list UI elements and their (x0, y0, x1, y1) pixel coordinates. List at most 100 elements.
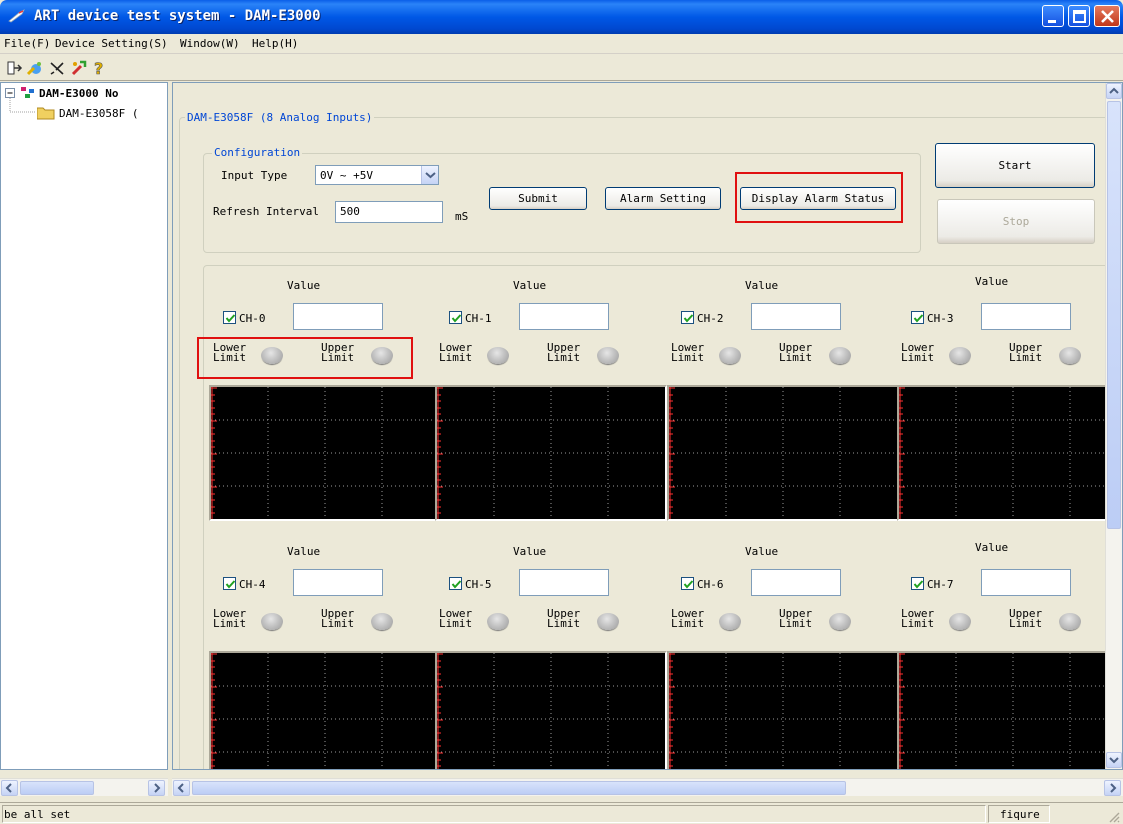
main-scroll-thumb[interactable] (192, 781, 846, 795)
arrow-up-icon (1109, 87, 1119, 94)
main-scroll-right-button[interactable] (1104, 780, 1121, 796)
start-button[interactable]: Start (935, 143, 1095, 188)
vertical-scroll-thumb[interactable] (1107, 101, 1121, 529)
lower-limit-led (719, 613, 741, 630)
maximize-icon (1073, 10, 1086, 23)
waveform-display (897, 651, 1122, 769)
channel-cell-0: Value CH-0 Lower Limit Upper Limit (205, 271, 441, 531)
main-horizontal-scrollbar[interactable] (172, 778, 1123, 796)
connect-icon[interactable] (6, 59, 24, 77)
value-header: Value (975, 541, 1009, 554)
tree-horizontal-scrollbar[interactable] (0, 778, 168, 796)
upper-limit-led (597, 347, 619, 364)
menu-bar: File(F) Device Setting(S) Window(W) Help… (0, 34, 1123, 54)
checkmark-icon (451, 314, 462, 323)
resize-grip-icon[interactable] (1108, 811, 1120, 823)
scroll-thumb[interactable] (20, 781, 94, 795)
arrow-right-icon (154, 783, 161, 793)
waveform-display (209, 651, 441, 769)
checkmark-icon (225, 314, 236, 323)
stop-button[interactable]: Stop (937, 199, 1095, 244)
lower-limit-label: Lower Limit (671, 607, 705, 630)
window-title-bar[interactable]: ART device test system - DAM-E3000 (0, 0, 1123, 34)
close-button[interactable] (1094, 5, 1120, 27)
upper-limit-label: Upper Limit (547, 607, 581, 630)
lower-limit-label: Lower Limit (901, 607, 935, 630)
channel-cell-6: Value CH-6 Lower Limit Upper Limit (663, 537, 899, 769)
menu-file[interactable]: File(F) (4, 37, 50, 50)
checkmark-icon (913, 314, 924, 323)
alarm-setting-button[interactable]: Alarm Setting (605, 187, 721, 210)
channel-checkbox[interactable] (911, 311, 924, 324)
channel-checkbox[interactable] (223, 311, 236, 324)
lower-limit-label: Lower Limit (671, 341, 705, 364)
device-tree-pane: DAM-E3000 No DAM-E3058F ( (0, 82, 168, 770)
configuration-title: Configuration (212, 146, 303, 159)
refresh-interval-label: Refresh Interval (213, 205, 319, 218)
channel-checkbox[interactable] (911, 577, 924, 590)
refresh-interval-input[interactable]: 500 (335, 201, 443, 223)
checkmark-icon (913, 580, 924, 589)
scroll-left-button[interactable] (1, 780, 18, 796)
app-icon (8, 9, 25, 23)
highlight-ch0-limits (197, 337, 413, 379)
submit-button[interactable]: Submit (489, 187, 587, 210)
waveform-display (435, 651, 667, 769)
status-bar: be all set fiqure (0, 802, 1123, 824)
channel-checkbox[interactable] (449, 577, 462, 590)
upper-limit-label: Upper Limit (321, 607, 355, 630)
channel-label: CH-0 (239, 312, 266, 325)
menu-device-setting[interactable]: Device Setting(S) (55, 37, 168, 50)
checkmark-icon (683, 580, 694, 589)
scroll-down-button[interactable] (1106, 752, 1122, 768)
channel-value-field (519, 303, 609, 330)
device-scan-icon[interactable] (26, 59, 44, 77)
channel-checkbox[interactable] (681, 577, 694, 590)
scope-grid (437, 653, 665, 769)
menu-help[interactable]: Help(H) (252, 37, 298, 50)
help-icon[interactable]: ? (90, 59, 108, 77)
channel-checkbox[interactable] (681, 311, 694, 324)
maximize-button[interactable] (1068, 5, 1090, 27)
scroll-right-button[interactable] (148, 780, 165, 796)
channel-value-field (981, 569, 1071, 596)
disconnect-icon[interactable] (48, 59, 66, 77)
value-header: Value (745, 545, 779, 558)
scope-grid (437, 387, 665, 519)
channel-value-field (293, 569, 383, 596)
input-type-select[interactable]: 0V ~ +5V (315, 165, 439, 185)
waveform-display (667, 385, 899, 521)
minimize-button[interactable] (1042, 5, 1064, 27)
channel-label: CH-3 (927, 312, 954, 325)
minimize-icon (1048, 20, 1056, 23)
settings-tool-icon[interactable] (70, 59, 88, 77)
lower-limit-led (719, 347, 741, 364)
upper-limit-led (371, 613, 393, 630)
channel-checkbox[interactable] (449, 311, 462, 324)
channel-value-field (751, 303, 841, 330)
lower-limit-led (949, 347, 971, 364)
window-title: ART device test system - DAM-E3000 (34, 8, 321, 24)
scope-grid (899, 387, 1122, 519)
menu-window[interactable]: Window(W) (180, 37, 240, 50)
main-vertical-scrollbar[interactable] (1105, 83, 1122, 769)
waveform-display (435, 385, 667, 521)
channel-cell-1: Value CH-1 Lower Limit Upper Limit (431, 271, 667, 531)
value-header: Value (287, 279, 321, 292)
input-type-value: 0V ~ +5V (320, 169, 373, 182)
channel-checkbox[interactable] (223, 577, 236, 590)
dropdown-button[interactable] (421, 166, 438, 184)
waveform-display (209, 385, 441, 521)
status-text: be all set (4, 808, 71, 821)
main-scroll-left-button[interactable] (173, 780, 190, 796)
status-right-text: fiqure (1000, 808, 1040, 821)
channel-label: CH-5 (465, 578, 492, 591)
tree-connector-line (9, 98, 35, 113)
value-header: Value (745, 279, 779, 292)
highlight-display-alarm-status (735, 172, 903, 223)
scroll-up-button[interactable] (1106, 83, 1122, 99)
upper-limit-label: Upper Limit (547, 341, 581, 364)
scope-grid (211, 387, 439, 519)
lower-limit-led (949, 613, 971, 630)
lower-limit-led (261, 613, 283, 630)
